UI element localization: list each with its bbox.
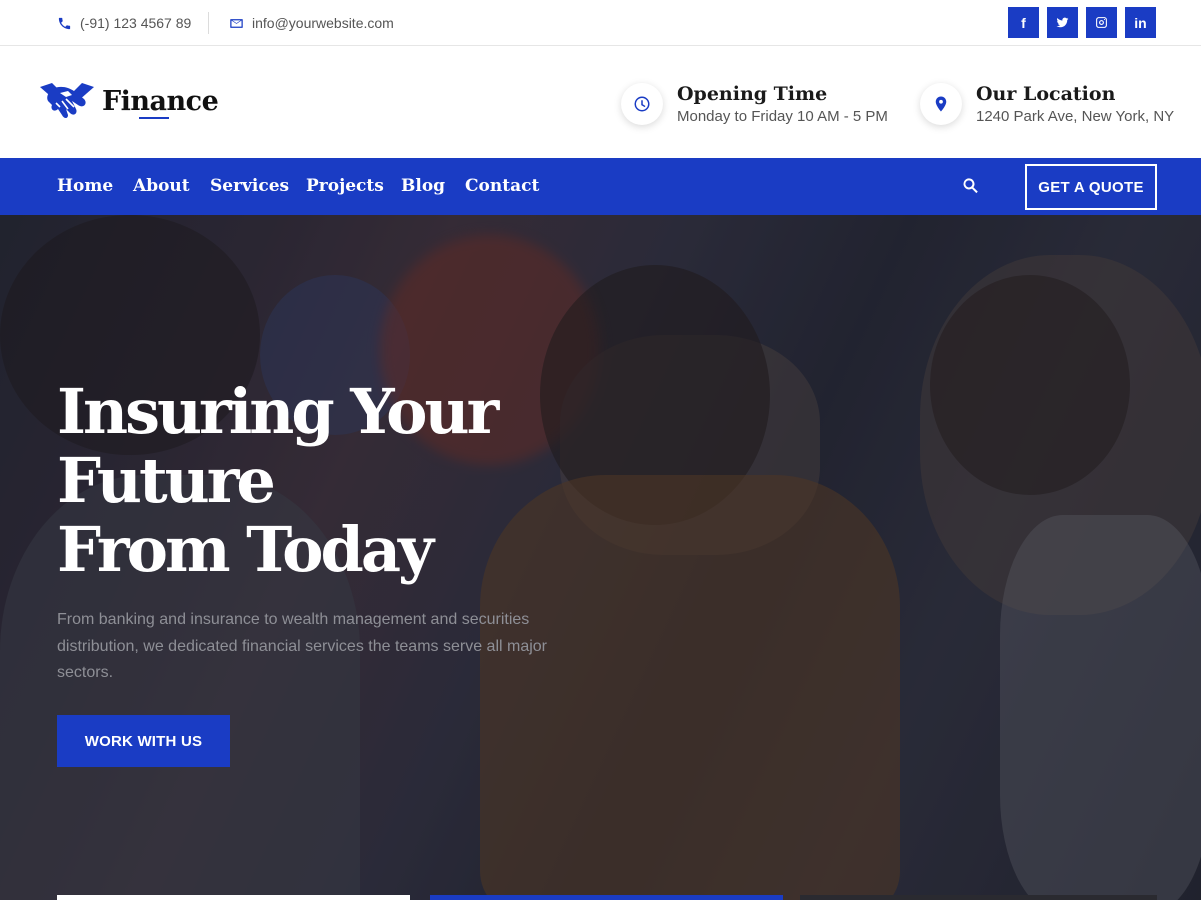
opening-time-title: Opening Time <box>677 83 828 105</box>
site-header: Finance Opening Time Monday to Friday 10… <box>0 47 1201 158</box>
facebook-icon: f <box>1021 14 1026 31</box>
clock-badge <box>621 83 663 125</box>
feature-card-edge <box>800 895 1157 900</box>
brand-name: Finance <box>102 85 219 117</box>
feature-card-edge <box>430 895 783 900</box>
phone-icon <box>58 17 71 29</box>
brand-underline <box>139 117 169 119</box>
email-contact[interactable]: info@yourwebsite.com <box>229 0 394 46</box>
hero-heading-line: Future <box>57 444 276 517</box>
nav-blog[interactable]: Blog <box>401 158 445 215</box>
nav-services[interactable]: Services <box>210 158 289 215</box>
work-with-us-button[interactable]: WORK WITH US <box>57 715 230 767</box>
instagram-icon <box>1096 17 1107 28</box>
nav-about[interactable]: About <box>133 158 190 215</box>
hero-description: From banking and insurance to wealth man… <box>57 611 548 681</box>
nav-projects[interactable]: Projects <box>306 158 384 215</box>
opening-time-block: Opening Time Monday to Friday 10 AM - 5 … <box>621 82 888 125</box>
nav-home[interactable]: Home <box>57 158 113 215</box>
map-pin-icon <box>935 96 947 112</box>
brand-logo[interactable]: Finance <box>38 79 219 123</box>
phone-number: (-91) 123 4567 89 <box>80 15 192 31</box>
hero-section: Insuring Your Future From Today From ban… <box>0 215 1201 900</box>
instagram-button[interactable] <box>1086 7 1117 38</box>
linkedin-icon: in <box>1134 14 1147 31</box>
search-icon <box>963 178 978 194</box>
divider <box>208 12 209 34</box>
hero-heading-line: From Today <box>57 513 434 586</box>
handshake-icon <box>40 83 94 118</box>
hero-heading: Insuring Your Future From Today <box>57 377 617 584</box>
hero-heading-line: Insuring Your <box>57 375 499 448</box>
get-quote-button[interactable]: GET A QUOTE <box>1025 164 1157 210</box>
top-bar: (-91) 123 4567 89 info@yourwebsite.com f… <box>0 0 1201 46</box>
location-title: Our Location <box>976 83 1116 105</box>
main-nav: Home About Services Projects Blog Contac… <box>0 158 1201 215</box>
twitter-icon <box>1056 17 1069 28</box>
location-value: 1240 Park Ave, New York, NY <box>976 108 1175 125</box>
clock-icon <box>634 96 650 112</box>
feature-card-edge <box>57 895 410 900</box>
twitter-button[interactable] <box>1047 7 1078 38</box>
search-button[interactable] <box>961 176 981 196</box>
nav-contact[interactable]: Contact <box>465 158 539 215</box>
location-block: Our Location 1240 Park Ave, New York, NY <box>920 82 1174 125</box>
location-badge <box>920 83 962 125</box>
envelope-icon <box>230 18 243 28</box>
linkedin-button[interactable]: in <box>1125 7 1156 38</box>
opening-time-value: Monday to Friday 10 AM - 5 PM <box>677 108 888 125</box>
facebook-button[interactable]: f <box>1008 7 1039 38</box>
phone-contact[interactable]: (-91) 123 4567 89 <box>57 0 191 46</box>
email-address: info@yourwebsite.com <box>252 15 394 31</box>
